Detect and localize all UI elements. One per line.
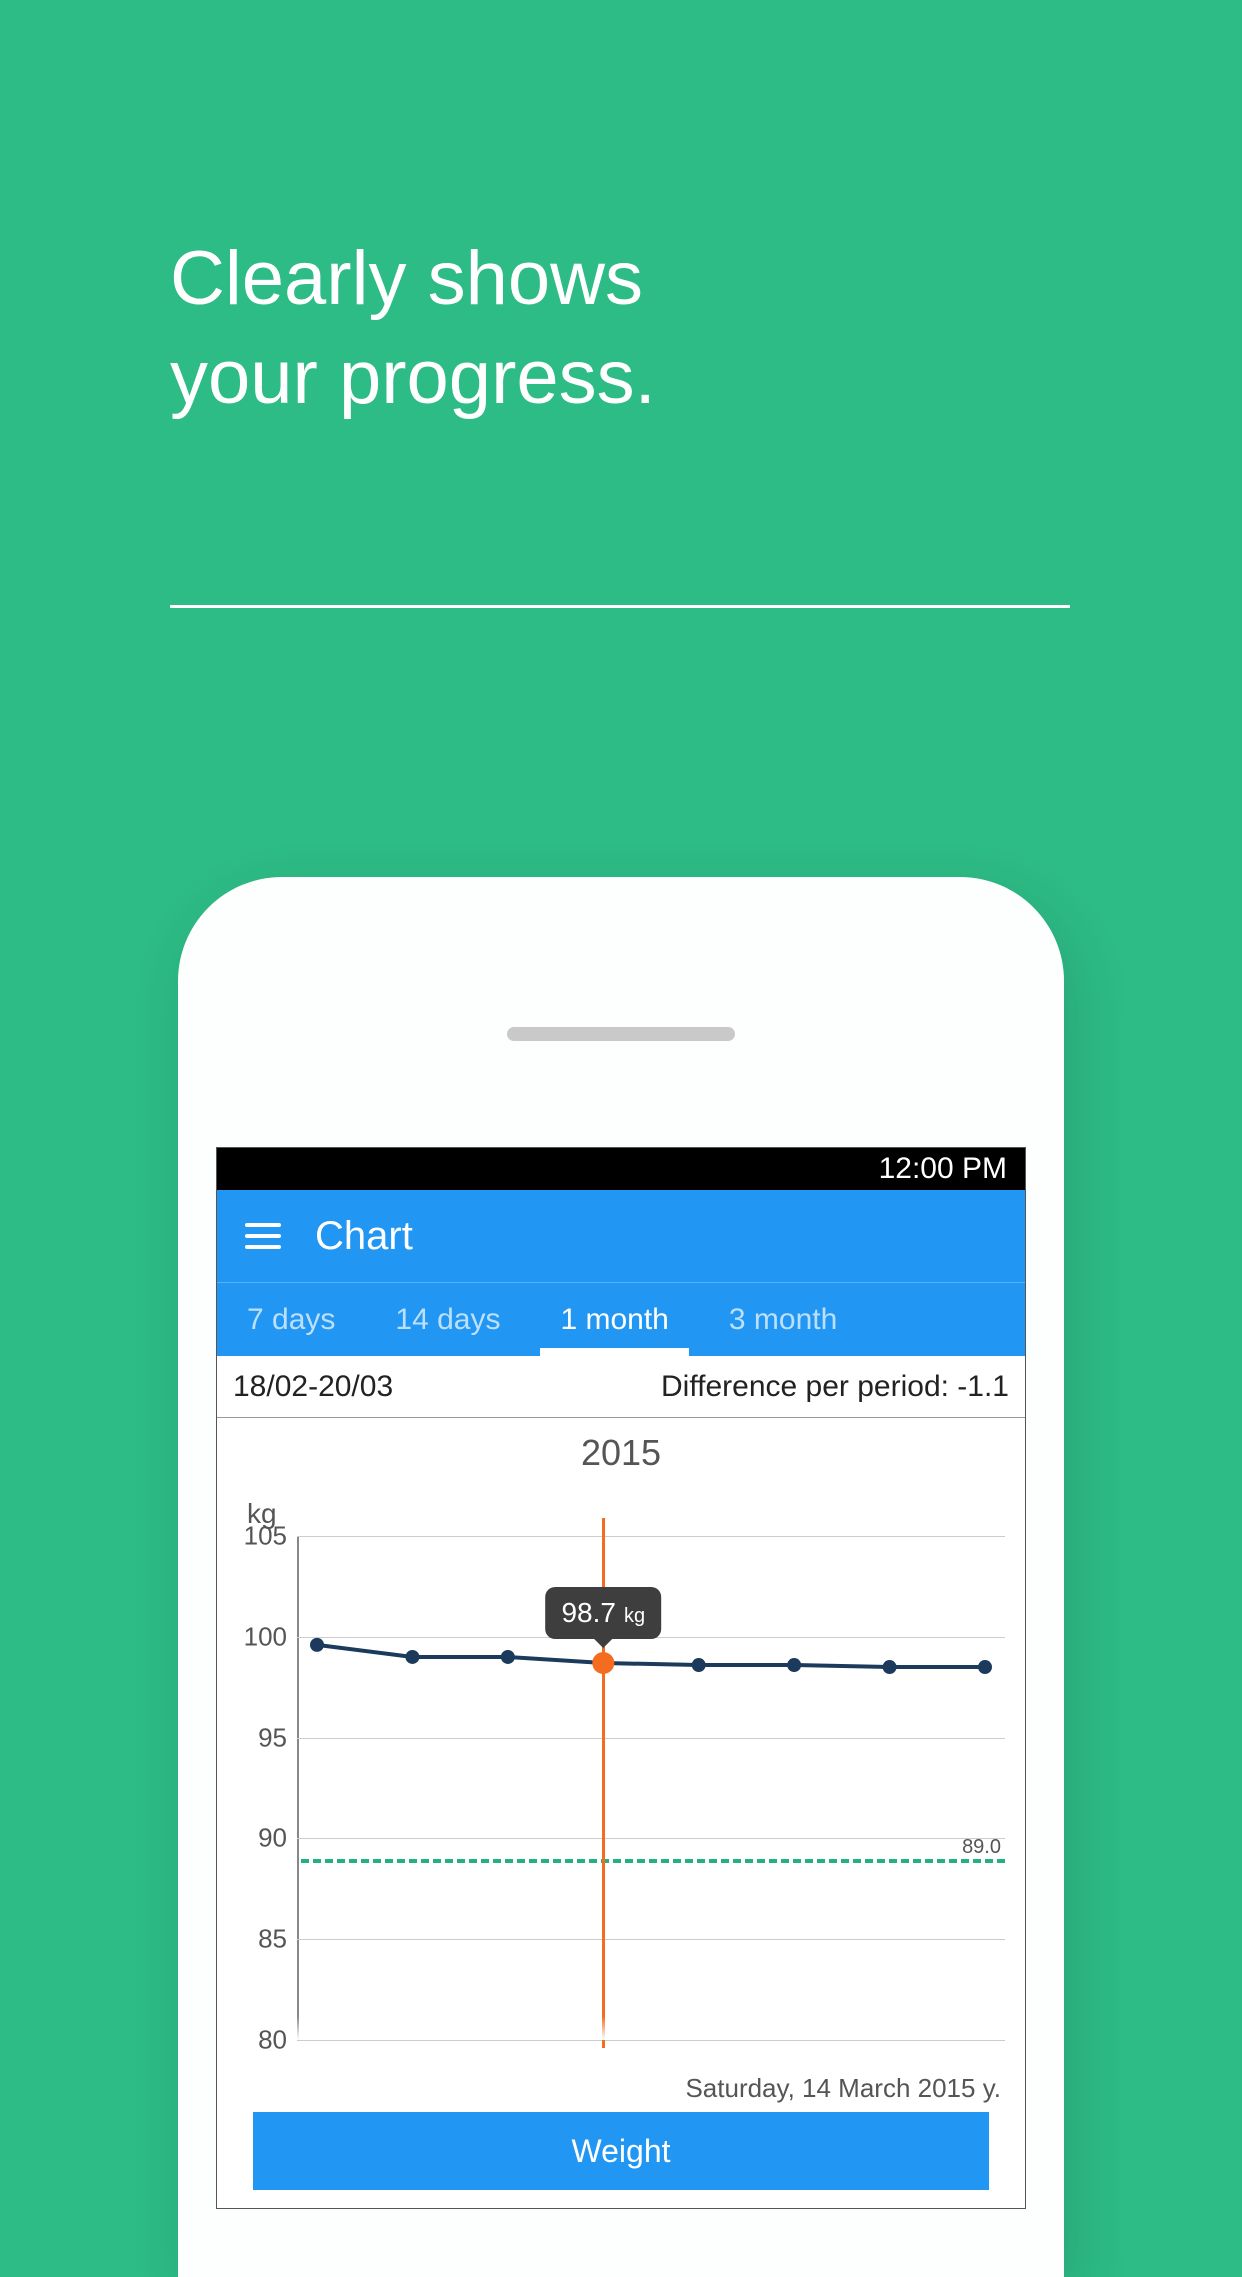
weight-button[interactable]: Weight <box>253 2112 989 2190</box>
chart-plot[interactable]: 8085909510010589.098.7kg <box>297 1536 1005 2040</box>
data-tooltip: 98.7 kg <box>545 1587 661 1639</box>
promo-divider <box>170 605 1070 608</box>
period-diff: Difference per period: -1.1 <box>661 1370 1009 1404</box>
period-tabs: 7 days14 days1 month3 month <box>217 1282 1025 1356</box>
weight-button-label: Weight <box>571 2133 670 2170</box>
chart-title: 2015 <box>217 1432 1025 1474</box>
y-tick-label: 95 <box>258 1722 297 1753</box>
status-bar: 12:00 PM <box>217 1148 1025 1190</box>
tab-14-days[interactable]: 14 days <box>365 1283 530 1356</box>
phone-screen: 12:00 PM Chart 7 days14 days1 month3 mon… <box>216 1147 1026 2209</box>
tooltip-unit: kg <box>624 1605 645 1628</box>
phone-frame: 12:00 PM Chart 7 days14 days1 month3 mon… <box>178 877 1064 2277</box>
x-axis-fade <box>297 2016 1005 2040</box>
y-tick-label: 100 <box>244 1621 297 1652</box>
tab-1-month[interactable]: 1 month <box>530 1283 698 1356</box>
period-summary-row: 18/02-20/03 Difference per period: -1.1 <box>217 1356 1025 1418</box>
y-tick-label: 80 <box>258 2025 297 2056</box>
status-time: 12:00 PM <box>879 1152 1007 1186</box>
grid-line <box>297 2040 1005 2041</box>
promo-headline-line1: Clearly shows <box>170 230 656 329</box>
menu-icon[interactable] <box>245 1223 281 1249</box>
highlight-date: Saturday, 14 March 2015 y. <box>685 2073 1001 2104</box>
promo-headline: Clearly shows your progress. <box>170 230 656 428</box>
app-bar-title: Chart <box>315 1214 413 1259</box>
tooltip-value: 98.7 <box>561 1597 616 1629</box>
chart-area[interactable]: 2015 kg 8085909510010589.098.7kg Saturda… <box>217 1418 1025 2208</box>
y-tick-label: 85 <box>258 1924 297 1955</box>
tab-3-month[interactable]: 3 month <box>699 1283 867 1356</box>
phone-speaker <box>507 1027 735 1041</box>
period-range: 18/02-20/03 <box>233 1370 393 1404</box>
y-tick-label: 90 <box>258 1823 297 1854</box>
app-bar: Chart <box>217 1190 1025 1282</box>
tab-7-days[interactable]: 7 days <box>217 1283 365 1356</box>
y-tick-label: 105 <box>244 1521 297 1552</box>
promo-headline-line2: your progress. <box>170 329 656 428</box>
